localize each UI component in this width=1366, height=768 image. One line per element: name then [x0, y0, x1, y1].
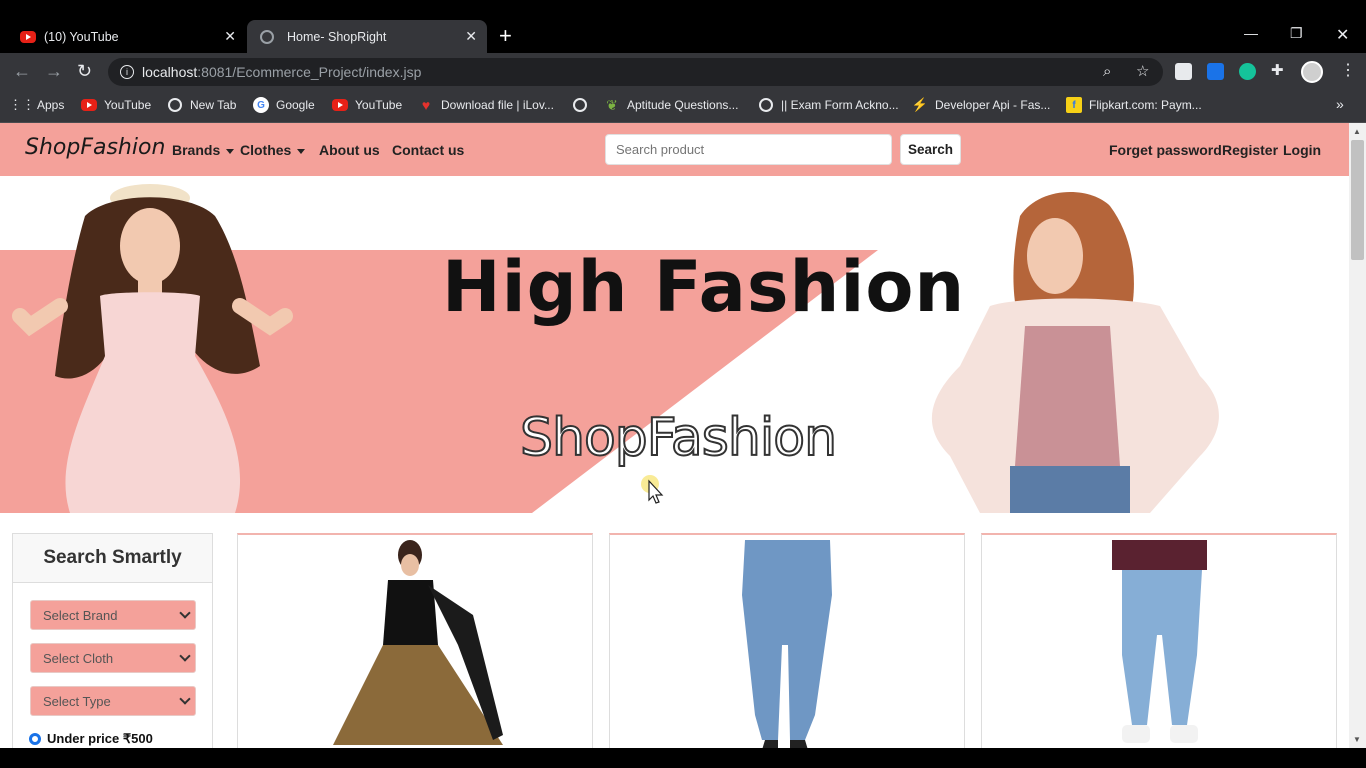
nav-contact-us[interactable]: Contact us — [392, 142, 464, 158]
window-bottom-edge — [0, 748, 1366, 768]
select-type-dropdown[interactable]: Select Type — [30, 686, 196, 716]
model-right-image — [931, 192, 1219, 513]
select-cloth-dropdown[interactable]: Select Cloth — [30, 643, 196, 673]
bookmark-globe[interactable] — [572, 97, 595, 113]
tab-youtube[interactable]: (10) YouTube ✕ — [0, 20, 246, 53]
product-card[interactable] — [981, 533, 1337, 748]
web-page: ShopFashion Brands Clothes About us Cont… — [0, 123, 1349, 748]
youtube-icon — [81, 97, 97, 113]
search-smartly-panel: Search Smartly Select Brand Select Cloth… — [12, 533, 213, 748]
hero-subtitle: ShopFashion — [519, 407, 838, 469]
chevron-down-icon — [179, 650, 191, 662]
youtube-icon — [332, 97, 348, 113]
apps-grid-icon: ⋮⋮ — [9, 97, 35, 112]
reload-icon[interactable]: ↻ — [77, 62, 92, 80]
site-brand[interactable]: ShopFashion — [25, 135, 165, 160]
hero-banner: High Fashion ShopFashion — [0, 176, 1349, 513]
bookmark-apps[interactable]: ⋮⋮ Apps — [9, 97, 64, 113]
bookmark-new-tab[interactable]: New Tab — [167, 97, 236, 113]
profile-avatar[interactable] — [1301, 61, 1323, 83]
leaf-icon: ❦ — [606, 96, 618, 113]
price-filter-option[interactable]: Under price ₹500 — [29, 731, 153, 747]
ilovepdf-icon: ♥ — [421, 97, 431, 113]
login-link[interactable]: Login — [1283, 142, 1321, 158]
mouse-cursor-icon — [641, 475, 664, 504]
nav-clothes-dropdown[interactable]: Clothes — [240, 142, 306, 158]
select-brand-dropdown[interactable]: Select Brand — [30, 600, 196, 630]
product-image-lehenga — [333, 540, 503, 745]
bookmark-youtube-2[interactable]: YouTube — [332, 97, 402, 113]
bookmark-youtube[interactable]: YouTube — [81, 97, 151, 113]
menu-kebab-icon[interactable]: ⋮ — [1340, 60, 1357, 79]
caret-down-icon — [226, 148, 235, 154]
panel-heading: Search Smartly — [13, 534, 212, 583]
globe-icon — [572, 97, 588, 113]
caret-down-icon — [297, 148, 306, 154]
back-icon[interactable]: ← — [13, 62, 31, 80]
bookmark-google[interactable]: G Google — [253, 97, 315, 113]
forward-icon[interactable]: → — [45, 62, 63, 80]
globe-icon — [167, 97, 183, 113]
zoom-icon[interactable]: ⌕ — [1103, 63, 1111, 80]
bookmark-developer-api[interactable]: ⚡ Developer Api - Fas... — [912, 97, 1050, 113]
new-tab-icon[interactable]: + — [499, 25, 512, 47]
site-navbar: ShopFashion Brands Clothes About us Cont… — [0, 123, 1349, 176]
register-link[interactable]: Register — [1222, 142, 1278, 158]
browser-tab-strip: (10) YouTube ✕ Home- ShopRight ✕ + — ❐ ✕ — [0, 0, 1366, 53]
scroll-up-icon[interactable]: ▲ — [1353, 127, 1361, 136]
bookmark-aptitude[interactable]: ❦ Aptitude Questions... — [604, 97, 738, 113]
restore-icon[interactable]: ❐ — [1290, 25, 1303, 42]
grammarly-icon[interactable] — [1239, 63, 1256, 80]
more-bookmarks-icon[interactable]: » — [1336, 96, 1344, 112]
bookmark-flipkart[interactable]: f Flipkart.com: Paym... — [1066, 97, 1202, 113]
search-input[interactable] — [605, 134, 892, 165]
product-card[interactable] — [237, 533, 593, 748]
minimize-icon[interactable]: — — [1244, 25, 1258, 41]
product-image-joggers — [1112, 540, 1207, 743]
fast2sms-icon: ⚡ — [911, 97, 929, 112]
url-host: localhost — [142, 64, 198, 80]
extensions-puzzle-icon[interactable]: ✚ — [1271, 61, 1288, 79]
flipkart-icon: f — [1066, 97, 1082, 113]
hero-title: High Fashion — [442, 246, 966, 328]
forget-password-link[interactable]: Forget password — [1109, 142, 1222, 158]
bookmark-exam-form[interactable]: || Exam Form Ackno... — [758, 97, 899, 113]
globe-icon — [259, 29, 275, 45]
globe-icon — [758, 97, 774, 113]
tab-title: (10) YouTube — [44, 29, 119, 44]
pocket-extension-icon[interactable] — [1175, 63, 1192, 80]
bookmarks-bar: ⋮⋮ Apps YouTube New Tab G Google YouTube… — [0, 91, 1366, 123]
product-image-jeans — [742, 540, 832, 748]
radio-button[interactable] — [29, 733, 41, 745]
nav-about-us[interactable]: About us — [319, 142, 380, 158]
product-card[interactable] — [609, 533, 965, 748]
page-scrollbar[interactable]: ▲ ▼ — [1349, 123, 1366, 748]
window-close-icon[interactable]: ✕ — [1336, 25, 1349, 45]
url-path: :8081/Ecommerce_Project/index.jsp — [197, 64, 422, 80]
scrollbar-thumb[interactable] — [1351, 140, 1364, 260]
info-icon[interactable]: i — [120, 65, 134, 79]
google-icon: G — [253, 97, 269, 113]
search-extension-icon[interactable] — [1207, 63, 1224, 80]
search-button[interactable]: Search — [900, 134, 961, 165]
close-icon[interactable]: ✕ — [465, 28, 477, 45]
tab-title: Home- ShopRight — [287, 29, 387, 44]
youtube-icon — [20, 29, 36, 45]
scroll-down-icon[interactable]: ▼ — [1353, 735, 1361, 744]
bookmark-star-icon[interactable]: ☆ — [1136, 62, 1149, 80]
address-bar[interactable]: i localhost:8081/Ecommerce_Project/index… — [108, 58, 1163, 86]
chevron-down-icon — [179, 607, 191, 619]
nav-brands-dropdown[interactable]: Brands — [172, 142, 235, 158]
bookmark-ilovepdf[interactable]: ♥ Download file | iLov... — [418, 97, 554, 113]
close-icon[interactable]: ✕ — [224, 28, 236, 45]
browser-toolbar: ← → ↻ i localhost:8081/Ecommerce_Project… — [0, 53, 1366, 91]
chevron-down-icon — [179, 693, 191, 705]
tab-shopright[interactable]: Home- ShopRight ✕ — [247, 20, 487, 53]
